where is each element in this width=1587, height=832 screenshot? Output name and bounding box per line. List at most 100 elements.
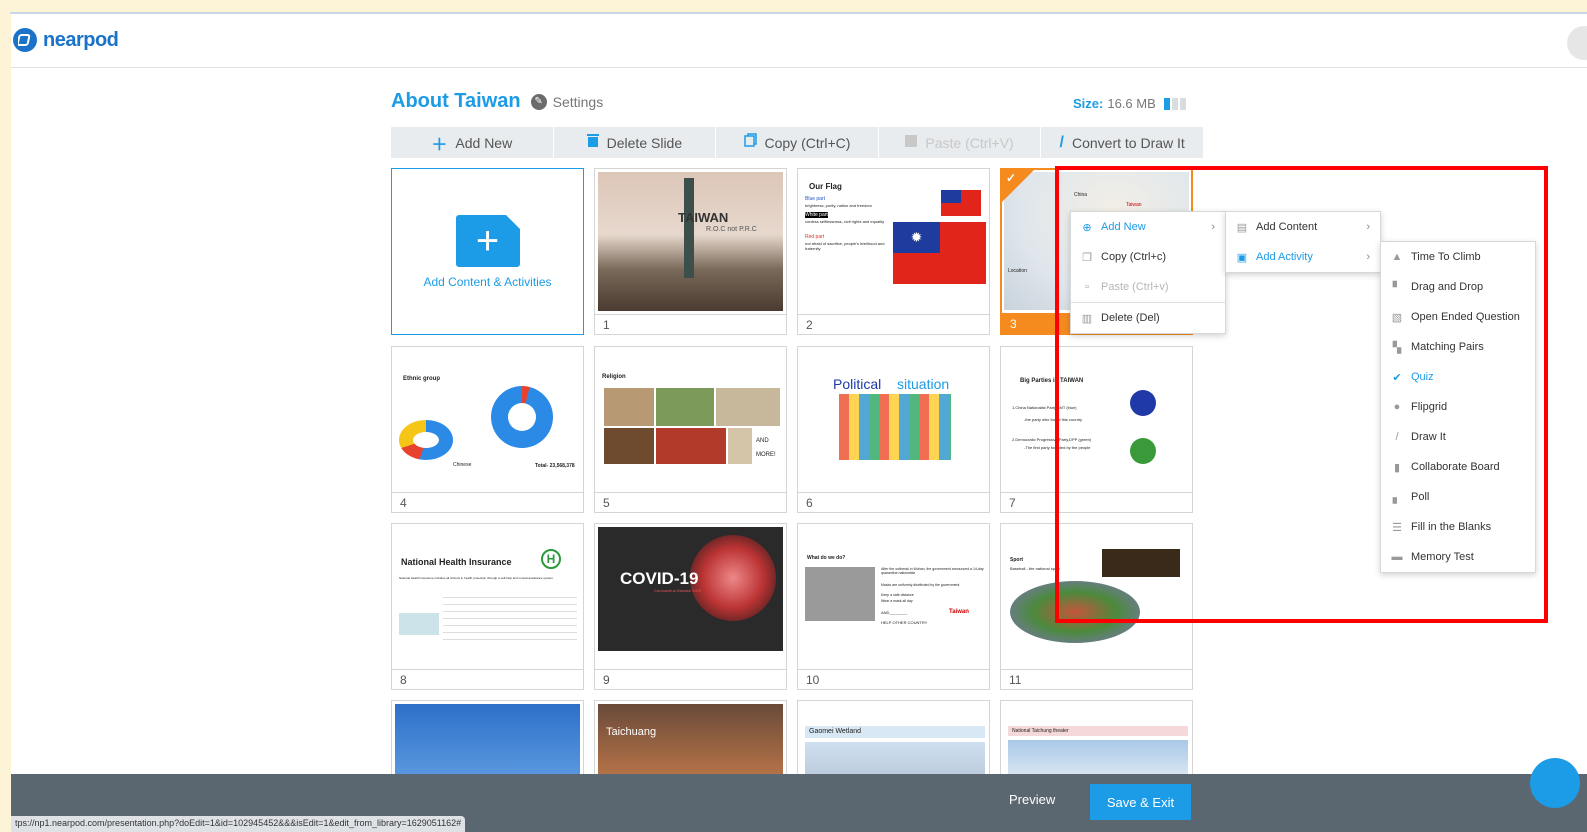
context-add-new[interactable]: ⊕ Add New › (1071, 212, 1225, 242)
slide-card[interactable]: Religion AND MORE! 5 (594, 346, 787, 513)
slide-text: Blue part (805, 196, 826, 202)
slide-number: 10 (798, 669, 989, 689)
context-copy-label: Copy (Ctrl+c) (1101, 251, 1167, 263)
size-meter (1163, 97, 1186, 110)
slide-text: R.O.C not P.R.C (706, 226, 757, 233)
slide-card[interactable]: COVID-19 Coronavirus Disease 2019 9 (594, 523, 787, 690)
copy-button[interactable]: Copy (Ctrl+C) (716, 127, 879, 158)
slide-number: 11 (1001, 669, 1192, 689)
add-new-button[interactable]: ＋ Add New (391, 127, 554, 158)
slide-card[interactable]: Gaomei Wetland (797, 700, 990, 778)
activity-label: Fill in the Blanks (1411, 521, 1492, 533)
convert-draw-it-button[interactable]: / Convert to Draw It (1041, 127, 1203, 158)
context-paste[interactable]: ▫ Paste (Ctrl+v) (1071, 272, 1225, 302)
activity-drag-and-drop[interactable]: ▘ Drag and Drop (1381, 272, 1535, 302)
nearpod-logo[interactable]: nearpod (13, 28, 119, 52)
donut-chart-image (491, 386, 553, 448)
slide-number: 5 (595, 492, 786, 512)
slide-card[interactable]: Big Parties in TAIWAN 1.China Nationalis… (1000, 346, 1193, 513)
save-exit-button[interactable]: Save & Exit (1090, 784, 1191, 820)
app-header: nearpod (11, 14, 1587, 68)
slide-text: Our Flag (809, 182, 842, 191)
slide-card[interactable]: Taichuang (594, 700, 787, 778)
flag-small-image (941, 190, 981, 216)
slide-card[interactable] (391, 700, 584, 778)
content-icon: ▤ (1236, 221, 1248, 234)
slide-text: National Health Insurance includes all c… (399, 576, 554, 580)
paste-label: Paste (Ctrl+V) (925, 134, 1014, 151)
slide-thumbnail: Religion AND MORE! (598, 350, 783, 489)
add-activity-label: Add Activity (1256, 251, 1313, 263)
slide-text: After the outbreak in Wuhan, the governm… (881, 567, 984, 576)
add-content-label: Add Content (1256, 221, 1318, 233)
activity-icon: ▣ (1236, 251, 1248, 264)
context-delete[interactable]: ▥ Delete (Del) (1071, 303, 1225, 333)
slide-text: Big Parties in TAIWAN (1020, 378, 1084, 384)
settings-link[interactable]: Settings (553, 94, 604, 110)
add-content-activities-card[interactable]: + Add Content & Activities (391, 168, 584, 335)
activity-label: Draw It (1411, 431, 1446, 443)
mountain-icon: ▲ (1391, 251, 1403, 263)
activity-fill-in-the-blanks[interactable]: ☰ Fill in the Blanks (1381, 512, 1535, 542)
slide-text: Masks are uniformly distributed by the g… (881, 583, 960, 587)
activity-draw-it[interactable]: / Draw It (1381, 422, 1535, 452)
submenu-add-activity[interactable]: ▣ Add Activity › (1226, 242, 1380, 272)
chevron-right-icon: › (1366, 221, 1370, 233)
add-file-icon: + (455, 214, 520, 267)
fill-blanks-icon: ☰ (1392, 521, 1402, 534)
nearpod-logo-icon (13, 28, 37, 52)
activity-memory-test[interactable]: ▬ Memory Test (1381, 542, 1535, 572)
slide-text: confess selflessness, civil rights and e… (805, 219, 885, 224)
activity-quiz[interactable]: ✔ Quiz (1381, 362, 1535, 392)
matching-pairs-icon: ▚ (1392, 341, 1402, 354)
slide-text: 1.China Nationalist Party,KMT (blue) (1012, 405, 1077, 410)
slide-card[interactable]: TAIWAN R.O.C not P.R.C 1 (594, 168, 787, 335)
activity-label: Open Ended Question (1411, 311, 1520, 323)
slide-text: MORE! (756, 452, 776, 458)
slide-number: 4 (392, 492, 583, 512)
activity-label: Flipgrid (1411, 401, 1448, 413)
slide-thumbnail: What do we do? After the outbreak in Wuh… (801, 527, 986, 666)
slide-card[interactable]: National Taichung theater (1000, 700, 1193, 778)
slide-text: situation (897, 376, 950, 392)
activity-poll[interactable]: ▖ Poll (1381, 482, 1535, 512)
slide-thumbnail: COVID-19 Coronavirus Disease 2019 (598, 527, 783, 651)
context-copy[interactable]: ❐ Copy (Ctrl+c) (1071, 242, 1225, 272)
chat-support-icon[interactable] (1530, 758, 1580, 808)
context-add-new-label: Add New (1101, 221, 1146, 233)
submenu-add-content[interactable]: ▤ Add Content › (1226, 212, 1380, 242)
activity-time-to-climb[interactable]: ▲ Time To Climb (1381, 242, 1535, 272)
slide-text: Keep a safe distance (881, 593, 914, 597)
slide-text: Gaomei Wetland (805, 726, 985, 739)
preview-button[interactable]: Preview (1009, 792, 1055, 807)
slide-card[interactable]: National Health Insurance H National Hea… (391, 523, 584, 690)
activity-label: Quiz (1411, 371, 1434, 383)
slide-text: Red part (805, 234, 825, 240)
chevron-right-icon: › (1211, 221, 1215, 233)
check-icon: ✔ (1392, 371, 1402, 384)
slide-card[interactable]: Political situation 6 (797, 346, 990, 513)
pencil-settings-icon[interactable]: ✎ (530, 93, 547, 110)
activity-label: Matching Pairs (1411, 341, 1484, 353)
slide-card[interactable]: Sport Baseball - the national sport 11 (1000, 523, 1193, 690)
slide-context-menu: ⊕ Add New › ❐ Copy (Ctrl+c) ▫ Paste (Ctr… (1070, 211, 1226, 334)
paste-button[interactable]: Paste (Ctrl+V) (879, 127, 1042, 158)
slide-card[interactable]: What do we do? After the outbreak in Wuh… (797, 523, 990, 690)
slide-text: Wear a mask all day (881, 599, 913, 603)
slide-text: National Taichung theater (1008, 726, 1188, 736)
activity-collaborate-board[interactable]: ▮ Collaborate Board (1381, 452, 1535, 482)
donut-chart-image (399, 420, 453, 460)
activity-label: Collaborate Board (1411, 461, 1500, 473)
slide-text: Ethnic group (403, 376, 440, 382)
slide-card[interactable]: Ethnic group Chinese Total- 23,568,378 4 (391, 346, 584, 513)
slide-text: Chinese (453, 462, 472, 468)
activity-open-ended-question[interactable]: ▧ Open Ended Question (1381, 302, 1535, 332)
brand-name: nearpod (43, 28, 119, 51)
slide-card[interactable]: Our Flag Blue part brightness, purity, n… (797, 168, 990, 335)
user-avatar[interactable] (1567, 26, 1587, 60)
activity-flipgrid[interactable]: ● Flipgrid (1381, 392, 1535, 422)
delete-slide-button[interactable]: Delete Slide (554, 127, 717, 158)
slide-text: National Health Insurance (401, 557, 512, 567)
slide-thumbnail: Sport Baseball - the national sport (1004, 527, 1189, 666)
activity-matching-pairs[interactable]: ▚ Matching Pairs (1381, 332, 1535, 362)
